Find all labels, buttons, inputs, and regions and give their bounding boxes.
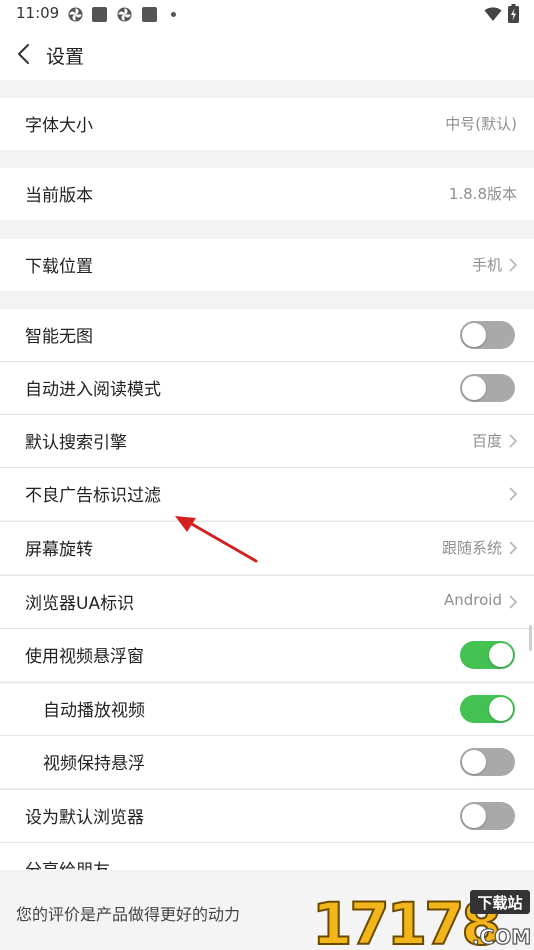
setting-label: 智能无图 xyxy=(25,327,93,347)
scrollbar[interactable] xyxy=(529,625,532,651)
setting-video-floating-window[interactable]: 使用视频悬浮窗 xyxy=(0,629,534,681)
setting-label: 自动进入阅读模式 xyxy=(25,380,161,400)
setting-label: 不良广告标识过滤 xyxy=(25,486,161,506)
chevron-right-icon xyxy=(509,541,518,555)
rating-bar[interactable]: 您的评价是产品做得更好的动力 17178 下载站 .COM xyxy=(0,870,534,950)
toggle-switch[interactable] xyxy=(460,695,515,723)
setting-value: 百度 xyxy=(471,432,502,450)
wifi-icon xyxy=(484,7,502,21)
notification-dot-icon xyxy=(171,12,176,17)
setting-current-version[interactable]: 当前版本 1.8.8版本 xyxy=(0,168,534,220)
setting-label: 视频保持悬浮 xyxy=(43,754,145,774)
setting-value: 跟随系统 xyxy=(441,539,502,557)
pinwheel-icon xyxy=(68,7,83,22)
toggle-switch[interactable] xyxy=(460,374,515,402)
setting-share-to-friends[interactable]: 分享给朋友 xyxy=(0,843,534,870)
status-time: 11:09 xyxy=(16,4,60,22)
app-square-icon xyxy=(142,7,157,22)
setting-font-size[interactable]: 字体大小 中号(默认) xyxy=(0,98,534,150)
setting-label: 分享给朋友 xyxy=(25,856,110,870)
setting-label: 使用视频悬浮窗 xyxy=(25,647,144,667)
setting-video-keep-floating[interactable]: 视频保持悬浮 xyxy=(0,736,534,788)
pinwheel-icon xyxy=(117,7,132,22)
toggle-switch[interactable] xyxy=(460,748,515,776)
toggle-knob xyxy=(462,376,486,400)
chevron-right-icon xyxy=(509,258,518,272)
app-square-icon xyxy=(92,7,107,22)
settings-list[interactable]: 字体大小 中号(默认) 当前版本 1.8.8版本 下载位置 手机 智能无图 自动… xyxy=(0,80,534,870)
setting-label: 自动播放视频 xyxy=(43,701,145,721)
header: 设置 xyxy=(0,28,534,80)
setting-label: 字体大小 xyxy=(25,116,93,136)
site-watermark-logo: 17178 下载站 .COM xyxy=(311,889,532,950)
setting-label: 浏览器UA标识 xyxy=(25,594,135,614)
toggle-switch[interactable] xyxy=(460,641,515,669)
rating-prompt: 您的评价是产品做得更好的动力 xyxy=(16,905,241,924)
setting-label: 设为默认浏览器 xyxy=(25,808,144,828)
setting-download-location[interactable]: 下载位置 手机 xyxy=(0,239,534,291)
setting-browser-ua[interactable]: 浏览器UA标识 Android xyxy=(0,576,534,628)
svg-text:下载站: 下载站 xyxy=(477,894,522,912)
setting-value: 中号(默认) xyxy=(445,115,517,133)
setting-auto-reading-mode[interactable]: 自动进入阅读模式 xyxy=(0,362,534,414)
toggle-knob xyxy=(462,323,486,347)
back-arrow-icon[interactable] xyxy=(12,40,38,68)
setting-autoplay-video[interactable]: 自动播放视频 xyxy=(0,683,534,735)
setting-value: 1.8.8版本 xyxy=(448,185,517,203)
chevron-right-icon xyxy=(509,595,518,609)
setting-default-browser[interactable]: 设为默认浏览器 xyxy=(0,790,534,842)
chevron-right-icon xyxy=(509,487,518,501)
toggle-knob xyxy=(489,643,513,667)
toggle-switch[interactable] xyxy=(460,321,515,349)
setting-label: 默认搜索引擎 xyxy=(25,433,127,453)
setting-label: 屏幕旋转 xyxy=(25,540,93,560)
setting-default-search-engine[interactable]: 默认搜索引擎 百度 xyxy=(0,415,534,467)
setting-screen-rotation[interactable]: 屏幕旋转 跟随系统 xyxy=(0,522,534,574)
setting-smart-no-image[interactable]: 智能无图 xyxy=(0,309,534,361)
setting-value: 手机 xyxy=(471,256,502,274)
setting-value: Android xyxy=(444,591,502,609)
setting-ad-filter[interactable]: 不良广告标识过滤 xyxy=(0,468,534,520)
toggle-switch[interactable] xyxy=(460,802,515,830)
toggle-knob xyxy=(462,750,486,774)
setting-label: 下载位置 xyxy=(25,257,93,277)
toggle-knob xyxy=(462,804,486,828)
svg-text:.COM: .COM xyxy=(472,925,531,949)
page-title: 设置 xyxy=(46,46,85,68)
chevron-right-icon xyxy=(509,434,518,448)
battery-icon xyxy=(508,4,519,23)
setting-label: 当前版本 xyxy=(25,186,93,206)
status-bar: 11:09 xyxy=(0,0,534,28)
toggle-knob xyxy=(489,697,513,721)
